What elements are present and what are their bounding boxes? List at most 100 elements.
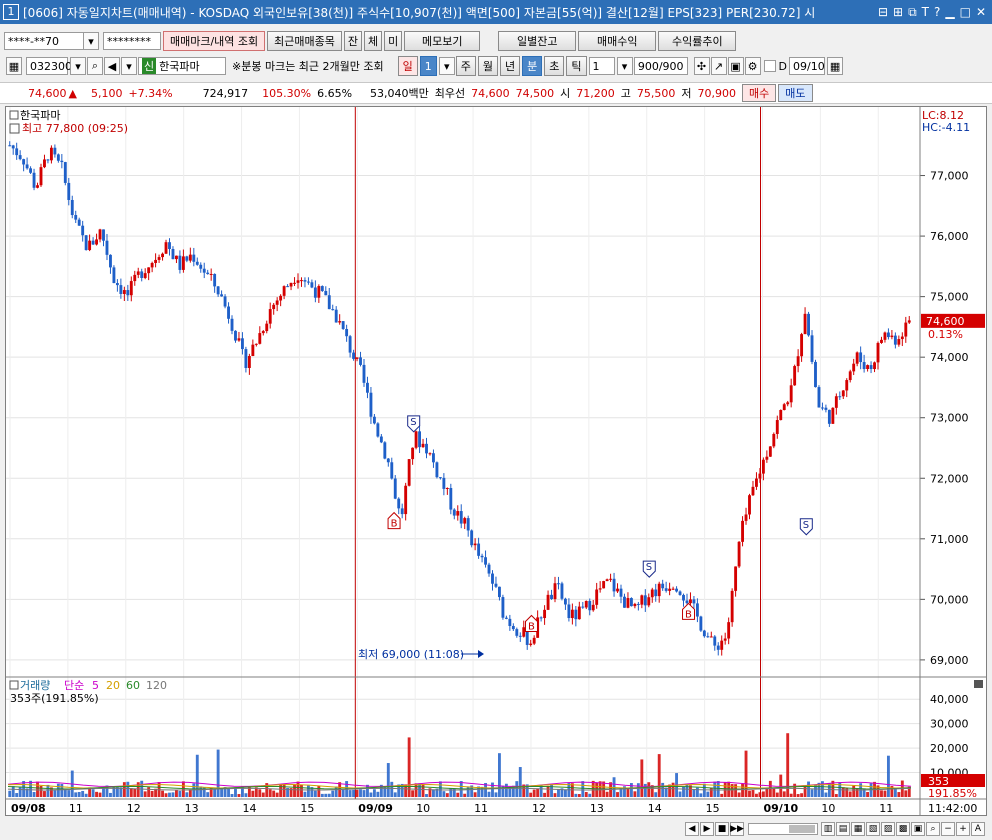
high-marker-icon [9,123,20,134]
scroll-thumb[interactable] [789,825,815,833]
candle-body [442,477,446,489]
scroll-right-icon[interactable]: ▶ [700,822,714,836]
view-mode-icon-7[interactable]: ▣ [911,822,925,836]
date-checkbox[interactable] [763,60,776,72]
view-mode-icon-4[interactable]: ▧ [866,822,880,836]
trade-profit-button[interactable]: 매매수익 [578,31,657,51]
volume-bar [143,791,147,797]
volume-bar [880,790,883,797]
legend-toggle-icon[interactable] [9,110,19,120]
period-month-button[interactable]: 월 [477,56,499,76]
candle-body [508,618,512,626]
memo-button[interactable]: 메모보기 [404,31,481,51]
daily-balance-button[interactable]: 일별잔고 [498,31,577,51]
candle-body [463,518,467,524]
date-input[interactable]: 09/10 [789,57,826,75]
view-mode-icon-1[interactable]: ▥ [821,822,835,836]
mark-view-button[interactable]: 매매마크/내역 조회 [163,31,266,51]
volume-bar [744,750,748,797]
candle-body [772,433,776,447]
grid-icon[interactable]: ▦ [6,57,22,75]
maximize-icon[interactable]: □ [960,5,971,20]
balance-button[interactable]: 잔 [343,31,363,51]
candle-body [119,285,123,294]
fast-forward-icon[interactable]: ▶▶ [730,822,744,836]
executed-button[interactable]: 체 [364,31,383,51]
return-trend-button[interactable]: 수익률추이 [658,31,737,51]
volume-bar [95,791,98,797]
volume-legend-toggle-icon[interactable] [9,680,19,690]
account-field[interactable]: ****-**70 [4,32,84,50]
password-field[interactable]: ******** [103,32,161,50]
price-chart-svg[interactable]: B S B S B S 77,000 76,000 75,000 74,000 73,000 72,… [6,107,986,815]
time-tick-label: 09/10 [764,802,799,815]
copy-window-icon[interactable]: ⧉ [908,5,917,20]
volume-ratio: 105.30% [262,86,312,100]
candle-body [438,477,442,479]
search-icon[interactable]: ⌕ [87,57,103,75]
volume-panel-close-icon[interactable] [974,680,983,688]
volume-bar [421,784,425,797]
candle-body [247,356,251,368]
volume-bar [498,753,501,797]
recent-trades-button[interactable]: 최근매매종목 [267,31,342,51]
unexecuted-button[interactable]: 미 [384,31,403,51]
close-icon[interactable]: ✕ [976,5,986,20]
font-size-icon[interactable]: A [971,822,985,836]
volume-bar [181,781,185,797]
sell-button[interactable]: 매도 [778,84,813,102]
bar-count-input[interactable]: 900/900 [633,57,688,75]
volume-bar [848,791,852,797]
font-icon[interactable]: T [922,5,929,20]
period-day-button[interactable]: 일 [397,56,418,76]
candle-body [647,597,651,606]
zoom-icon[interactable]: ⌕ [926,822,940,836]
indicator-icon[interactable]: ✣ [693,57,710,75]
view-mode-icon-6[interactable]: ▩ [896,822,910,836]
chart-panel[interactable]: B S B S B S 77,000 76,000 75,000 74,000 73,000 72,… [5,106,987,816]
help-icon[interactable]: ? [934,5,940,20]
link-icon[interactable]: ⊞ [893,5,903,20]
restore-icon[interactable]: ⊟ [878,5,888,20]
volume-bar [29,780,33,797]
speaker-icon[interactable]: ◀ [104,57,120,75]
account-dropdown-icon[interactable]: ▾ [83,32,99,50]
candle-body [60,160,64,163]
volume-bar [574,793,578,797]
speaker-dropdown-icon[interactable]: ▾ [121,57,137,75]
period-year-button[interactable]: 년 [500,56,521,76]
period-week-button[interactable]: 주 [455,56,476,76]
stock-code-input[interactable]: 032300 [26,57,72,75]
candle-body [557,583,560,585]
view-mode-icon-3[interactable]: ▦ [851,822,865,836]
buy-button[interactable]: 매수 [742,84,777,102]
candle-body [244,349,248,368]
stock-dropdown-icon[interactable]: ▾ [70,57,86,75]
scroll-left-icon[interactable]: ◀ [685,822,699,836]
save-icon[interactable]: ▣ [727,57,744,75]
period-minute-button[interactable]: 분 [522,56,543,76]
period-tick-button[interactable]: 틱 [566,56,587,76]
candle-body [470,530,474,546]
view-mode-icon-2[interactable]: ▤ [836,822,850,836]
calendar-icon[interactable]: ▦ [827,57,844,75]
period-dropdown-icon[interactable]: ▾ [438,57,455,75]
view-mode-icon-5[interactable]: ▨ [881,822,895,836]
period-second-button[interactable]: 초 [544,56,565,76]
interval-dropdown-icon[interactable]: ▾ [616,57,633,75]
draw-tool-icon[interactable]: ↗ [710,57,727,75]
candle-body [161,253,164,258]
interval-select[interactable]: 1 [588,57,615,75]
candle-body [202,268,206,273]
period-num-select[interactable]: 1 [419,56,437,76]
minimize-icon[interactable]: ▁ [945,5,954,20]
zoom-in-icon[interactable]: + [956,822,970,836]
gear-icon[interactable]: ⚙ [744,57,761,75]
scroll-track[interactable] [748,823,818,835]
stock-name-field[interactable]: 신 한국파마 [138,57,226,75]
candle-body [313,287,317,298]
window-number-icon[interactable]: 1 [3,4,19,20]
volume-bar [216,749,220,797]
zoom-out-icon[interactable]: − [941,822,955,836]
stop-icon[interactable]: ■ [715,822,729,836]
